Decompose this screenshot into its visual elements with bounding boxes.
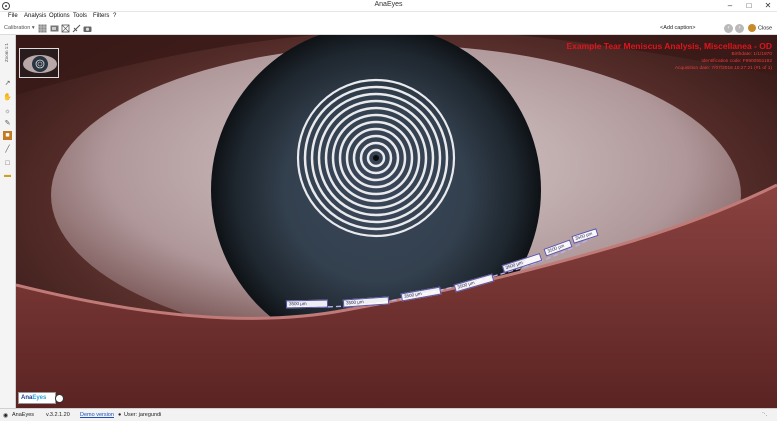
previous-icon[interactable]: ‹	[724, 24, 733, 33]
calibration-dropdown[interactable]: Calibration ▾	[4, 25, 35, 31]
status-user: User: jaregundi	[124, 412, 162, 418]
calibration-label: Calibration	[4, 25, 31, 31]
close-image-label: Close	[758, 25, 773, 32]
menu-filters[interactable]: Filters	[93, 13, 109, 19]
camera-icon[interactable]	[83, 24, 92, 33]
menu-file[interactable]: File	[8, 13, 18, 19]
user-icon: ●	[118, 412, 122, 418]
color-tool-icon[interactable]: ■	[3, 131, 12, 140]
menu-analysis[interactable]: Analysis	[24, 13, 46, 19]
pointer-tool-icon[interactable]: ↗	[3, 79, 12, 88]
patient-info-overlay: Example Tear Meniscus Analysis, Miscella…	[566, 41, 772, 72]
left-toolbox: Zoom 1:1 ↗ ✋ ☼ ✎ ■ ╱ □ ▬	[0, 35, 16, 408]
thumbnail-eye	[23, 55, 57, 73]
birthdate-line: Birthdate: 1/1/1970	[731, 52, 772, 57]
ruler-tool-icon[interactable]: ▬	[3, 171, 12, 180]
logo-text-eyes: Eyes	[32, 395, 47, 401]
logo-eye-icon	[55, 394, 64, 403]
anaeyes-logo: AnaEyes	[18, 392, 56, 404]
close-image-button[interactable]: Close	[748, 24, 772, 33]
title-bar: AnaEyes – □ ✕	[0, 0, 777, 12]
brush-tool-icon[interactable]: ✎	[3, 119, 12, 128]
status-bar: ◉ AnaEyes v.3.2.1.20 Demo version ● User…	[0, 408, 777, 421]
status-app-name: AnaEyes	[12, 412, 35, 418]
app-status-icon: ◉	[3, 413, 9, 419]
menu-bar: File Analysis Options Tools Filters ?	[0, 12, 777, 22]
acquisition-line: Acquisition date: 7/07/2016 10:27:21 (#1…	[674, 66, 772, 71]
open-image-icon[interactable]	[50, 24, 59, 33]
eye-image	[16, 35, 777, 408]
logo-text-ana: Ana	[21, 395, 33, 401]
menu-tools[interactable]: Tools	[73, 13, 87, 19]
rectangle-tool-icon[interactable]: □	[3, 159, 12, 168]
grid-icon[interactable]	[38, 24, 47, 33]
fit-screen-icon[interactable]	[61, 24, 70, 33]
identification-line: Identification code: F9900551192	[701, 59, 772, 64]
resize-grip-icon[interactable]: ⋱	[762, 412, 768, 418]
menu-options[interactable]: Options	[49, 13, 70, 19]
add-caption-link[interactable]: <Add caption>	[660, 25, 695, 31]
demo-version-link[interactable]: Demo version	[80, 412, 114, 418]
minimize-button[interactable]: –	[721, 0, 739, 12]
maximize-button[interactable]: □	[740, 0, 758, 12]
line-tool-icon[interactable]: ╱	[3, 145, 12, 154]
close-window-button[interactable]: ✕	[759, 0, 777, 12]
measurement-label[interactable]: 3500 µm	[285, 299, 329, 309]
menu-help[interactable]: ?	[113, 13, 116, 19]
image-viewport[interactable]: Example Tear Meniscus Analysis, Miscella…	[16, 35, 777, 408]
image-thumbnail[interactable]	[19, 48, 59, 78]
measure-tool-icon[interactable]	[72, 24, 81, 33]
toolbar: Calibration ▾ <Add caption> ‹ › Close	[0, 22, 777, 35]
next-icon[interactable]: ›	[735, 24, 744, 33]
tear-meniscus-tool-icon[interactable]: ☼	[3, 107, 12, 116]
hand-tool-icon[interactable]: ✋	[3, 93, 12, 102]
analysis-title: Example Tear Meniscus Analysis, Miscella…	[566, 41, 772, 51]
window-title: AnaEyes	[374, 1, 403, 8]
close-image-icon	[748, 24, 756, 32]
status-version: v.3.2.1.20	[46, 412, 70, 418]
zoom-label[interactable]: Zoom 1:1	[4, 43, 9, 62]
